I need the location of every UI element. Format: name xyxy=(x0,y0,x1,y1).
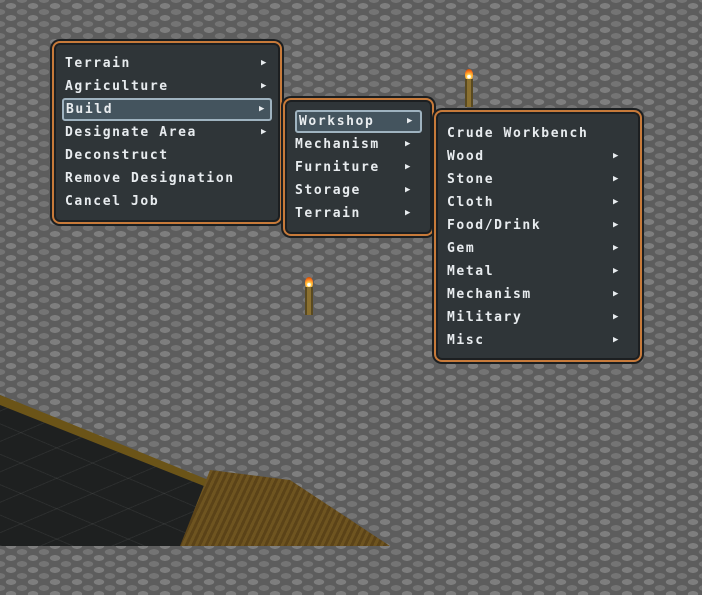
menu-item-terrain[interactable]: Terrain ▶ xyxy=(287,202,430,225)
menu-item-label: Mechanism xyxy=(447,287,532,302)
menu-item-storage[interactable]: Storage ▶ xyxy=(287,179,430,202)
menu-item-label: Mechanism xyxy=(295,137,380,152)
menu-item-mechanism[interactable]: Mechanism ▶ xyxy=(287,133,430,156)
workshop-submenu: Crude Workbench Wood ▶ Stone ▶ Cloth ▶ F… xyxy=(436,112,640,360)
menu-item-label: Furniture xyxy=(295,160,380,175)
torch-pole xyxy=(467,79,471,107)
menu-item-label: Build xyxy=(66,102,114,117)
submenu-arrow-icon: ▶ xyxy=(404,139,412,149)
submenu-arrow-icon: ▶ xyxy=(612,312,620,322)
menu-item-build[interactable]: Build ▶ xyxy=(62,98,272,121)
menu-item-label: Cancel Job xyxy=(65,194,160,209)
submenu-arrow-icon: ▶ xyxy=(404,162,412,172)
menu-item-label: Misc xyxy=(447,333,485,348)
submenu-arrow-icon: ▶ xyxy=(612,197,620,207)
submenu-arrow-icon: ▶ xyxy=(612,174,620,184)
menu-item-furniture[interactable]: Furniture ▶ xyxy=(287,156,430,179)
menu-item-terrain[interactable]: Terrain ▶ xyxy=(56,52,278,75)
menu-item-label: Metal xyxy=(447,264,495,279)
menu-item-crude-workbench[interactable]: Crude Workbench xyxy=(438,122,638,145)
menu-item-label: Gem xyxy=(447,241,476,256)
menu-item-label: Remove Designation xyxy=(65,171,235,186)
menu-item-label: Stone xyxy=(447,172,495,187)
menu-item-deconstruct[interactable]: Deconstruct xyxy=(56,144,278,167)
menu-item-label: Food/Drink xyxy=(447,218,542,233)
menu-item-label: Terrain xyxy=(295,206,361,221)
submenu-arrow-icon: ▶ xyxy=(260,58,268,68)
menu-item-label: Terrain xyxy=(65,56,131,71)
submenu-arrow-icon: ▶ xyxy=(260,127,268,137)
submenu-arrow-icon: ▶ xyxy=(612,335,620,345)
menu-item-workshop[interactable]: Workshop ▶ xyxy=(295,110,422,133)
menu-item-food-drink[interactable]: Food/Drink ▶ xyxy=(438,214,638,237)
menu-item-label: Cloth xyxy=(447,195,495,210)
submenu-arrow-icon: ▶ xyxy=(258,104,266,114)
torch-icon[interactable] xyxy=(301,277,317,317)
menu-item-label: Wood xyxy=(447,149,485,164)
menu-item-cloth[interactable]: Cloth ▶ xyxy=(438,191,638,214)
dirt-patch xyxy=(180,470,390,546)
submenu-arrow-icon: ▶ xyxy=(406,116,414,126)
menu-item-label: Crude Workbench xyxy=(447,126,589,141)
build-submenu: Workshop ▶ Mechanism ▶ Furniture ▶ Stora… xyxy=(285,100,432,234)
menu-item-agriculture[interactable]: Agriculture ▶ xyxy=(56,75,278,98)
submenu-arrow-icon: ▶ xyxy=(612,289,620,299)
submenu-arrow-icon: ▶ xyxy=(260,81,268,91)
submenu-arrow-icon: ▶ xyxy=(612,266,620,276)
menu-item-gem[interactable]: Gem ▶ xyxy=(438,237,638,260)
menu-item-label: Deconstruct xyxy=(65,148,169,163)
menu-item-mechanism[interactable]: Mechanism ▶ xyxy=(438,283,638,306)
menu-item-cancel-job[interactable]: Cancel Job xyxy=(56,190,278,213)
menu-item-label: Designate Area xyxy=(65,125,197,140)
torch-pole xyxy=(307,287,311,315)
submenu-arrow-icon: ▶ xyxy=(404,208,412,218)
menu-item-military[interactable]: Military ▶ xyxy=(438,306,638,329)
menu-item-wood[interactable]: Wood ▶ xyxy=(438,145,638,168)
menu-item-metal[interactable]: Metal ▶ xyxy=(438,260,638,283)
torch-icon[interactable] xyxy=(461,69,477,109)
submenu-arrow-icon: ▶ xyxy=(612,220,620,230)
menu-item-designate-area[interactable]: Designate Area ▶ xyxy=(56,121,278,144)
submenu-arrow-icon: ▶ xyxy=(612,151,620,161)
menu-item-label: Military xyxy=(447,310,523,325)
submenu-arrow-icon: ▶ xyxy=(404,185,412,195)
menu-item-remove-designation[interactable]: Remove Designation xyxy=(56,167,278,190)
menu-item-stone[interactable]: Stone ▶ xyxy=(438,168,638,191)
menu-item-label: Agriculture xyxy=(65,79,169,94)
menu-item-misc[interactable]: Misc ▶ xyxy=(438,329,638,352)
menu-item-label: Storage xyxy=(295,183,361,198)
menu-item-label: Workshop xyxy=(299,114,375,129)
submenu-arrow-icon: ▶ xyxy=(612,243,620,253)
main-menu: Terrain ▶ Agriculture ▶ Build ▶ Designat… xyxy=(54,43,280,222)
